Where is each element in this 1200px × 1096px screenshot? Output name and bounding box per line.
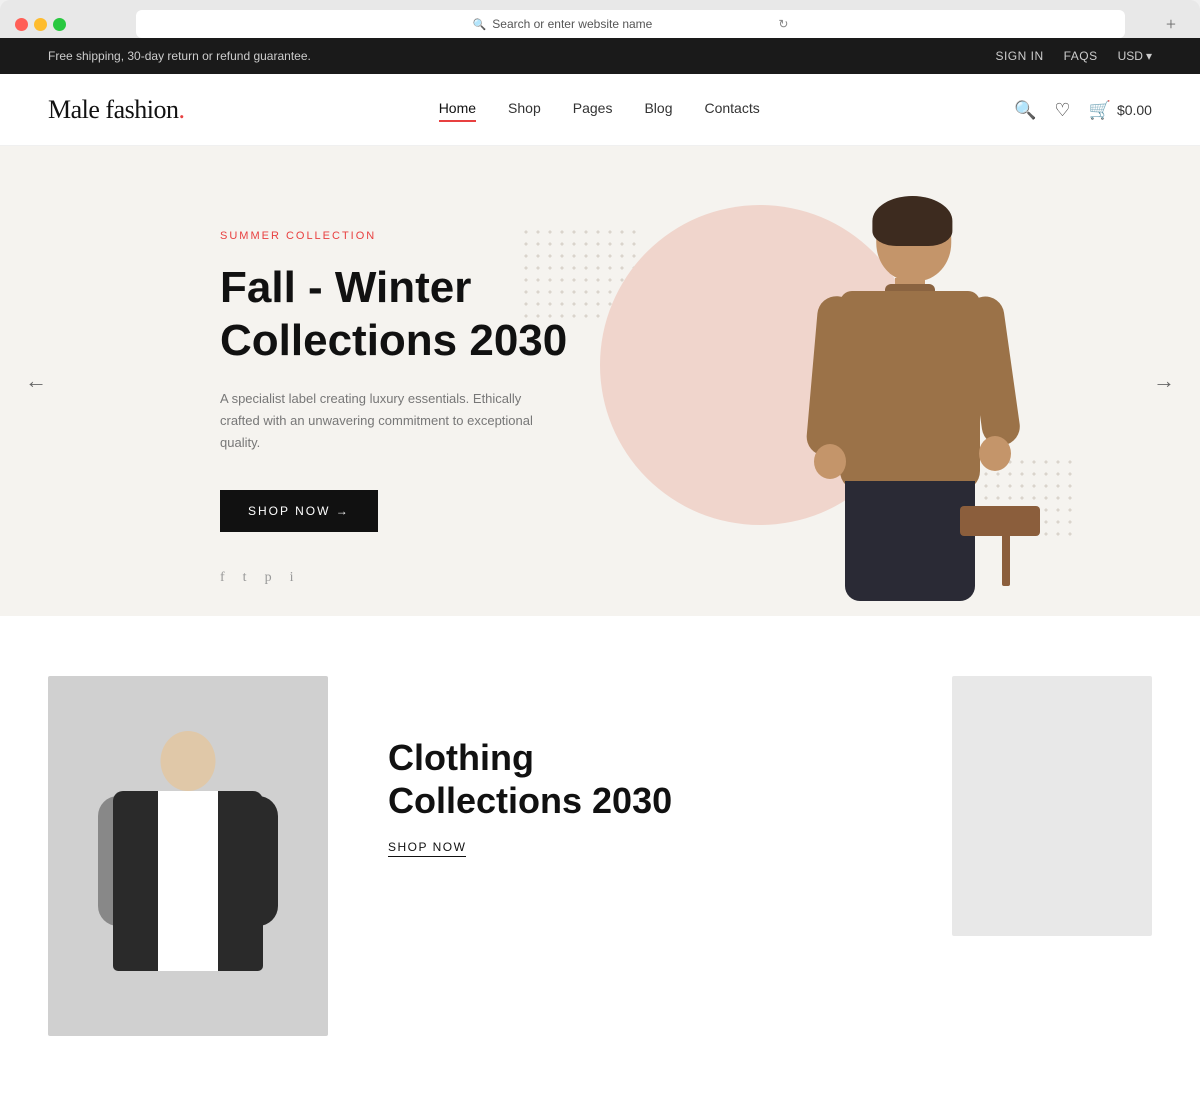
collection-text: ClothingCollections 2030 SHOP NOW (388, 676, 892, 856)
hero-model-image (620, 146, 1200, 616)
jacket-body (108, 731, 268, 981)
jacket-inner (158, 791, 218, 971)
right-arrow-icon: → (1153, 368, 1175, 394)
jacket-head (161, 731, 216, 791)
maximize-button[interactable] (53, 18, 66, 31)
nav-item-home[interactable]: Home (439, 100, 476, 120)
slider-next-button[interactable]: → (1144, 361, 1184, 401)
model-pants (845, 481, 975, 601)
logo-text: Male fashion (48, 95, 178, 124)
cart-price: $0.00 (1117, 102, 1152, 118)
sign-in-link[interactable]: SIGN IN (995, 49, 1043, 63)
wishlist-icon[interactable]: ♡ (1054, 101, 1070, 119)
search-icon[interactable]: 🔍 (1014, 101, 1036, 119)
currency-arrow: ▾ (1146, 49, 1152, 63)
address-bar[interactable]: 🔍 Search or enter website name ↻ (136, 10, 1125, 38)
refresh-icon[interactable]: ↻ (778, 17, 788, 31)
slider-prev-button[interactable]: ← (16, 361, 56, 401)
cart-icon-wrap[interactable]: 🛒 $0.00 (1089, 101, 1152, 119)
facebook-icon[interactable]: f (220, 570, 225, 586)
address-bar-text: Search or enter website name (492, 17, 652, 31)
new-tab-button[interactable]: + (1157, 10, 1185, 38)
top-bar-right: SIGN IN FAQS USD ▾ (995, 49, 1152, 63)
model-hand-right (979, 436, 1011, 471)
collections-section: ClothingCollections 2030 SHOP NOW (0, 616, 1200, 1096)
nav-item-contacts[interactable]: Contacts (704, 100, 759, 120)
hero-description: A specialist label creating luxury essen… (220, 388, 540, 454)
browser-chrome: 🔍 Search or enter website name ↻ + (0, 0, 1200, 38)
cart-icon: 🛒 (1089, 101, 1111, 119)
close-button[interactable] (15, 18, 28, 31)
model-body (800, 196, 1020, 616)
chair (960, 506, 1040, 536)
promo-text: Free shipping, 30-day return or refund g… (48, 49, 311, 63)
collection-shop-link[interactable]: SHOP NOW (388, 840, 466, 857)
chair-leg (1002, 506, 1010, 586)
logo[interactable]: Male fashion. (48, 95, 184, 125)
minimize-button[interactable] (34, 18, 47, 31)
currency-text: USD (1118, 49, 1143, 63)
model-figure (730, 156, 1090, 616)
header: Male fashion. Home Shop Pages Blog Conta… (0, 74, 1200, 146)
nav-item-blog[interactable]: Blog (644, 100, 672, 120)
logo-dot: . (178, 95, 184, 124)
hero-cta-button[interactable]: SHOP NOW → (220, 490, 378, 532)
pinterest-icon[interactable]: p (265, 570, 272, 586)
header-icons: 🔍 ♡ 🛒 $0.00 (1014, 101, 1152, 119)
hero-content: SUMMER COLLECTION Fall - Winter Collecti… (0, 230, 600, 532)
instagram-icon[interactable]: i (290, 570, 294, 586)
collection-title: ClothingCollections 2030 (388, 736, 892, 822)
website: Free shipping, 30-day return or refund g… (0, 38, 1200, 1096)
jacket-figure (48, 676, 328, 1036)
hero-section: SUMMER COLLECTION Fall - Winter Collecti… (0, 146, 1200, 616)
model-hair (872, 196, 952, 246)
top-bar: Free shipping, 30-day return or refund g… (0, 38, 1200, 74)
model-torso (840, 291, 980, 491)
nav-item-pages[interactable]: Pages (573, 100, 613, 120)
left-arrow-icon: ← (25, 368, 47, 394)
nav-item-shop[interactable]: Shop (508, 100, 541, 120)
hero-subtitle: SUMMER COLLECTION (220, 230, 600, 242)
model-hand-left (814, 444, 846, 479)
hero-title: Fall - Winter Collections 2030 (220, 262, 600, 368)
traffic-lights (15, 18, 66, 31)
faqs-link[interactable]: FAQS (1064, 49, 1098, 63)
collection-secondary-image (952, 676, 1152, 936)
search-icon: 🔍 (473, 18, 487, 31)
currency-selector[interactable]: USD ▾ (1118, 49, 1152, 63)
collection-main-image (48, 676, 328, 1036)
social-icons: f t p i (220, 570, 293, 586)
twitter-icon[interactable]: t (243, 570, 247, 586)
main-nav: Home Shop Pages Blog Contacts (439, 100, 760, 120)
